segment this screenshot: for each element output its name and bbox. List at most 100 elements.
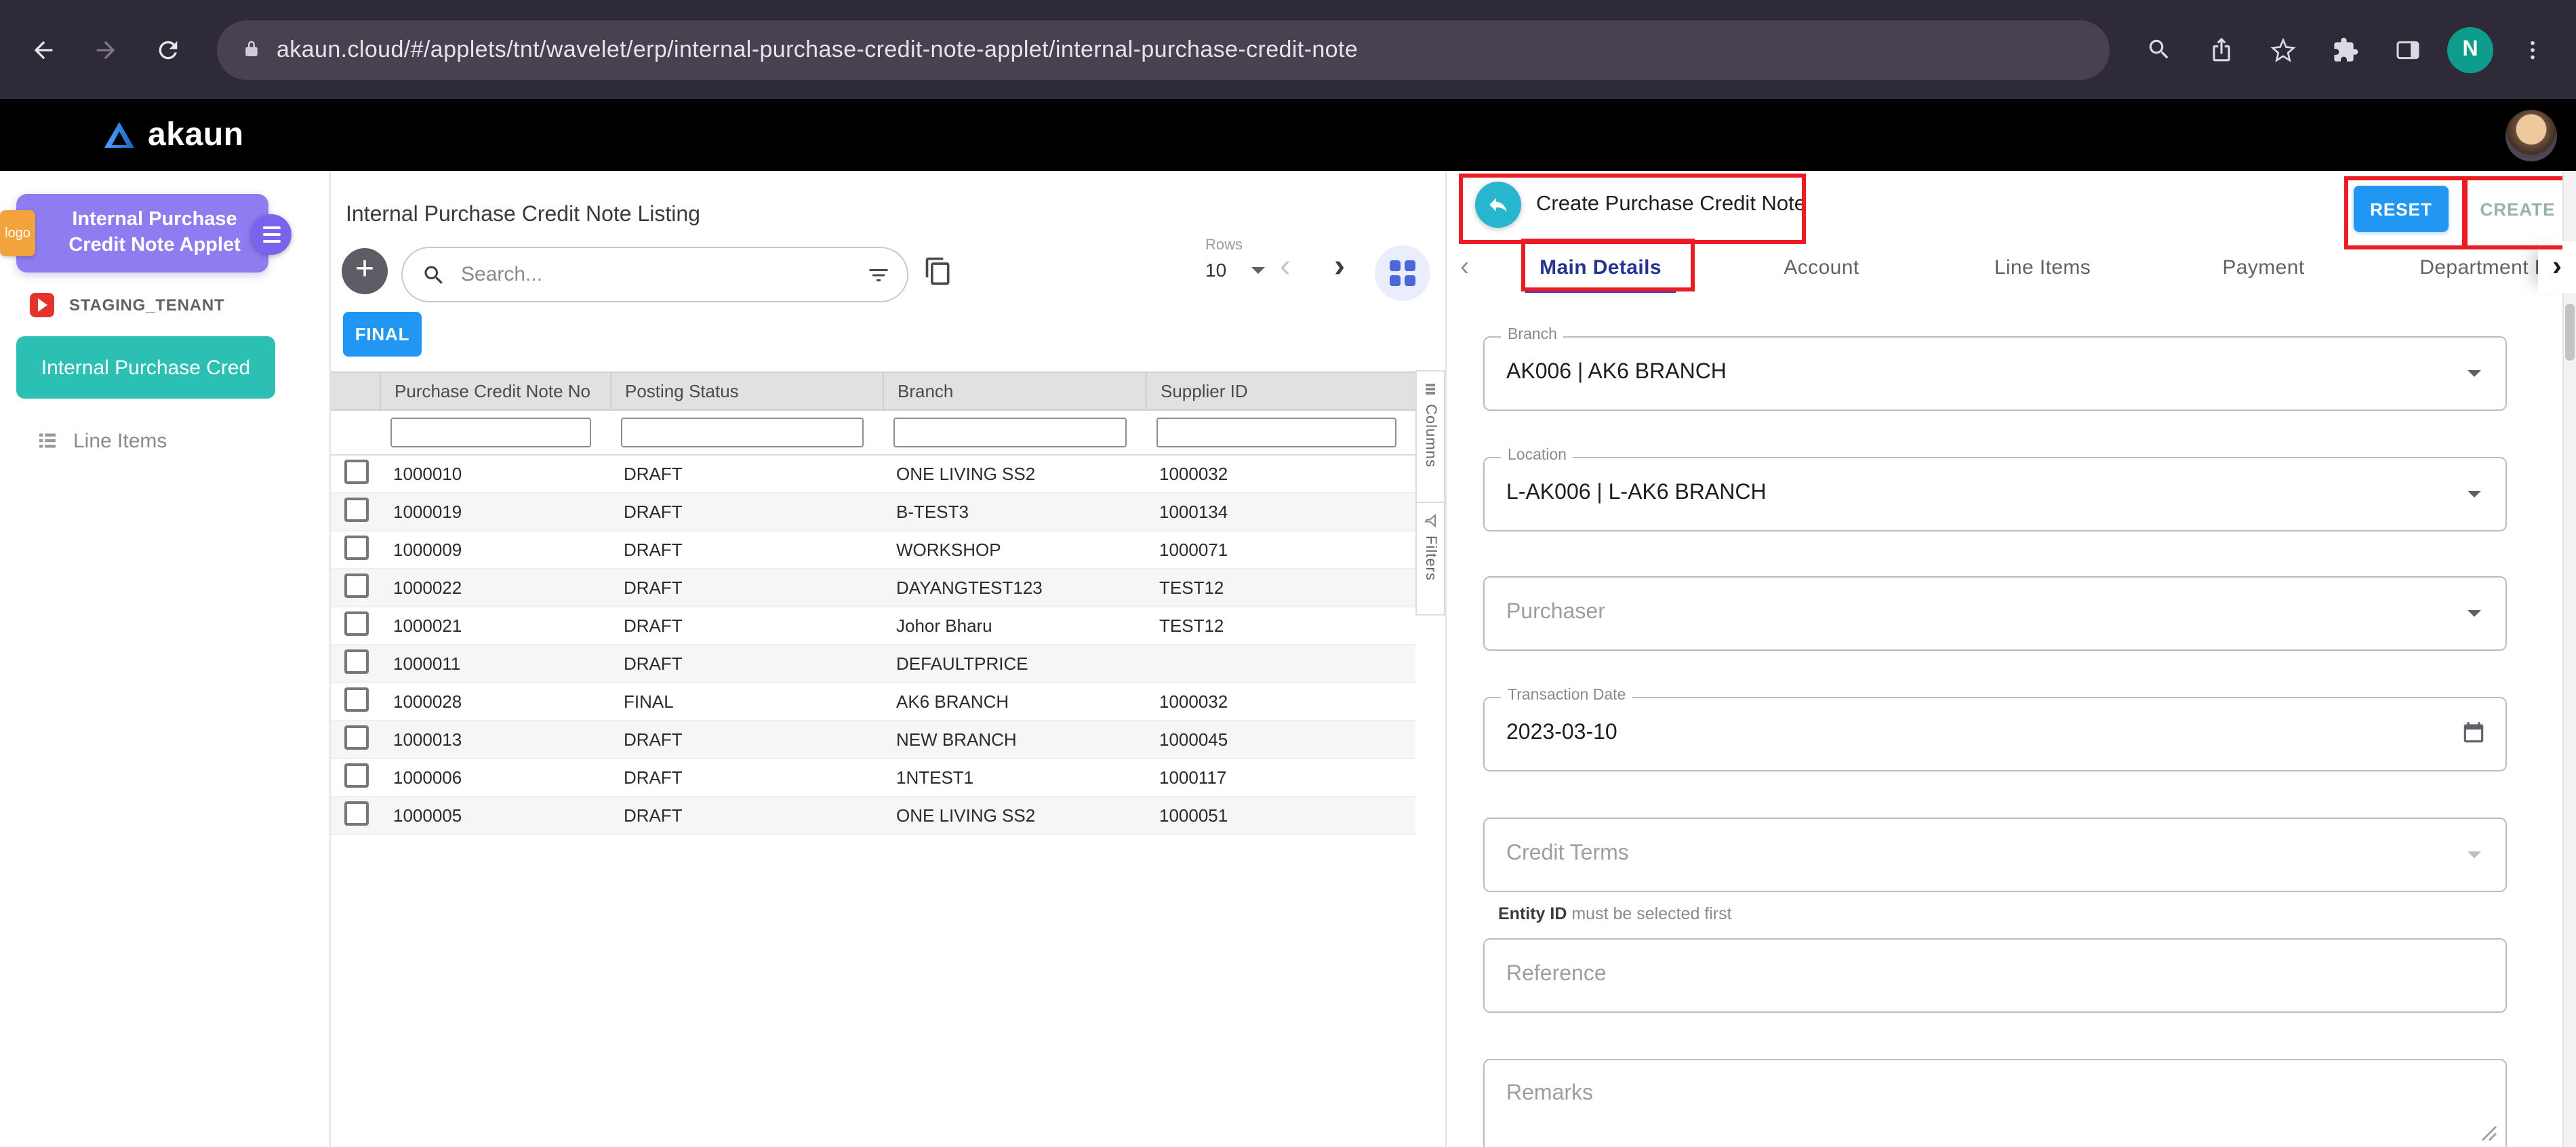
table-row[interactable]: 1000028 FINAL AK6 BRANCH 1000032 [331, 683, 1415, 721]
resize-handle-icon[interactable] [2481, 1125, 2497, 1142]
table-row[interactable]: 1000013 DRAFT NEW BRANCH 1000045 [331, 721, 1415, 759]
column-header[interactable]: Supplier ID [1146, 373, 1415, 409]
cell-credit-note-no: 1000009 [380, 540, 610, 560]
tab-payment[interactable]: Payment [2153, 241, 2374, 293]
row-checkbox[interactable] [344, 801, 369, 826]
sidebar-menu-icon[interactable] [251, 214, 291, 255]
sidebar-item-line-items[interactable]: Line Items [35, 428, 167, 453]
previous-page-button[interactable]: ‹ [1280, 248, 1291, 286]
search-input[interactable] [458, 262, 854, 287]
tab-bar-tabs: Main DetailsAccountLine ItemsPaymentDepa… [1490, 241, 2562, 293]
rows-per-page-select[interactable]: 10 [1205, 259, 1307, 281]
row-checkbox[interactable] [344, 687, 369, 712]
share-icon[interactable] [2191, 20, 2251, 79]
row-checkbox[interactable] [344, 763, 369, 788]
reload-icon[interactable] [138, 20, 198, 79]
cell-supplier-id: 1000032 [1146, 464, 1415, 484]
cell-supplier-id: TEST12 [1146, 616, 1415, 636]
row-checkbox[interactable] [344, 574, 369, 598]
back-icon[interactable] [14, 20, 73, 79]
create-button[interactable]: CREATE [2473, 186, 2562, 232]
user-avatar[interactable] [2505, 110, 2557, 161]
filter-input-credit-note-no[interactable] [390, 418, 591, 447]
add-record-button[interactable]: + [342, 248, 388, 294]
table-row[interactable]: 1000006 DRAFT 1NTEST1 1000117 [331, 759, 1415, 797]
row-checkbox[interactable] [344, 725, 369, 750]
status-filter-chip[interactable]: FINAL [343, 312, 422, 357]
sidebar-item-internal-purchase-credit-note[interactable]: Internal Purchase Cred [16, 336, 275, 399]
back-button[interactable] [1475, 182, 1521, 228]
row-checkbox[interactable] [344, 460, 369, 484]
cell-posting-status: DRAFT [610, 578, 883, 598]
filter-input-branch[interactable] [893, 418, 1127, 447]
brand-text: akaun [148, 116, 244, 154]
row-checkbox[interactable] [344, 536, 369, 560]
filter-input-supplier-id[interactable] [1156, 418, 1396, 447]
location-field[interactable]: Location L-AK006 | L-AK6 BRANCH [1483, 457, 2507, 531]
bookmark-star-icon[interactable] [2253, 20, 2313, 79]
next-page-button[interactable]: › [1334, 248, 1345, 286]
branch-field[interactable]: Branch AK006 | AK6 BRANCH [1483, 336, 2507, 411]
applet-card[interactable]: Internal Purchase Credit Note Applet [16, 194, 268, 273]
remarks-field[interactable]: Remarks [1483, 1059, 2507, 1147]
filters-tool[interactable]: Filters [1415, 502, 1445, 616]
filter-input-posting-status[interactable] [621, 418, 864, 447]
chevron-down-icon[interactable] [2468, 491, 2481, 498]
tab-main-details[interactable]: Main Details [1490, 241, 1711, 293]
credit-terms-placeholder: Credit Terms [1506, 819, 1629, 889]
reference-field[interactable]: Reference [1483, 938, 2507, 1013]
screen: akaun.cloud/#/applets/tnt/wavelet/erp/in… [0, 0, 2576, 1147]
chevron-down-icon[interactable] [2468, 370, 2481, 377]
filter-list-icon[interactable] [866, 262, 891, 287]
browser-menu-dots-icon[interactable] [2503, 20, 2562, 79]
column-header[interactable]: Purchase Credit Note No [380, 373, 610, 409]
list-icon [35, 428, 60, 453]
credit-terms-field[interactable]: Credit Terms [1483, 818, 2507, 892]
tenant-row[interactable]: STAGING_TENANT [30, 293, 224, 317]
tabs-scroll-left-icon[interactable]: ‹ [1460, 252, 1469, 283]
listing-panel: Internal Purchase Credit Note Listing + … [331, 171, 1445, 1147]
tab-account[interactable]: Account [1711, 241, 1932, 293]
browser-profile-avatar[interactable]: N [2447, 26, 2493, 73]
tenant-icon [30, 293, 54, 317]
forward-icon[interactable] [76, 20, 136, 79]
applet-logo-chip: logo [0, 210, 35, 256]
tab-line-items[interactable]: Line Items [1932, 241, 2153, 293]
row-checkbox[interactable] [344, 649, 369, 674]
listing-title: Internal Purchase Credit Note Listing [346, 203, 700, 228]
reset-button[interactable]: RESET [2354, 186, 2449, 232]
row-checkbox[interactable] [344, 611, 369, 636]
table-row[interactable]: 1000022 DRAFT DAYANGTEST123 TEST12 [331, 569, 1415, 607]
extensions-puzzle-icon[interactable] [2316, 20, 2375, 79]
table-row[interactable]: 1000005 DRAFT ONE LIVING SS2 1000051 [331, 797, 1415, 835]
table-row[interactable]: 1000019 DRAFT B-TEST3 1000134 [331, 494, 1415, 531]
cell-credit-note-no: 1000019 [380, 502, 610, 522]
tab-department-h[interactable]: Department H [2374, 241, 2562, 293]
column-header[interactable]: Posting Status [610, 373, 883, 409]
columns-tool[interactable]: Columns [1415, 370, 1445, 503]
duplicate-icon[interactable] [923, 256, 953, 286]
tabs-scroll-right-icon[interactable]: › [2538, 241, 2576, 293]
side-panel-icon[interactable] [2378, 20, 2438, 79]
transaction-date-field[interactable]: Transaction Date 2023-03-10 [1483, 697, 2507, 771]
url-bar[interactable]: akaun.cloud/#/applets/tnt/wavelet/erp/in… [217, 20, 2110, 79]
cell-credit-note-no: 1000011 [380, 653, 610, 674]
credit-terms-helper: Entity ID must be selected first [1498, 904, 1732, 923]
purchaser-field[interactable]: Purchaser [1483, 576, 2507, 651]
vertical-scrollbar[interactable] [2562, 171, 2576, 1147]
tenant-name: STAGING_TENANT [69, 296, 224, 315]
cell-credit-note-no: 1000010 [380, 464, 610, 484]
grid-view-button[interactable] [1375, 245, 1430, 301]
cell-branch: 1NTEST1 [883, 767, 1146, 788]
calendar-icon[interactable] [2461, 720, 2487, 746]
table-row[interactable]: 1000021 DRAFT Johor Bharu TEST12 [331, 607, 1415, 645]
table-row[interactable]: 1000011 DRAFT DEFAULTPRICE [331, 645, 1415, 683]
cell-branch: ONE LIVING SS2 [883, 464, 1146, 484]
table-row[interactable]: 1000009 DRAFT WORKSHOP 1000071 [331, 531, 1415, 569]
column-header[interactable]: Branch [883, 373, 1146, 409]
zoom-icon[interactable] [2129, 20, 2188, 79]
scrollbar-thumb[interactable] [2565, 304, 2575, 361]
chevron-down-icon[interactable] [2468, 610, 2481, 617]
table-row[interactable]: 1000010 DRAFT ONE LIVING SS2 1000032 [331, 456, 1415, 494]
row-checkbox[interactable] [344, 498, 369, 522]
